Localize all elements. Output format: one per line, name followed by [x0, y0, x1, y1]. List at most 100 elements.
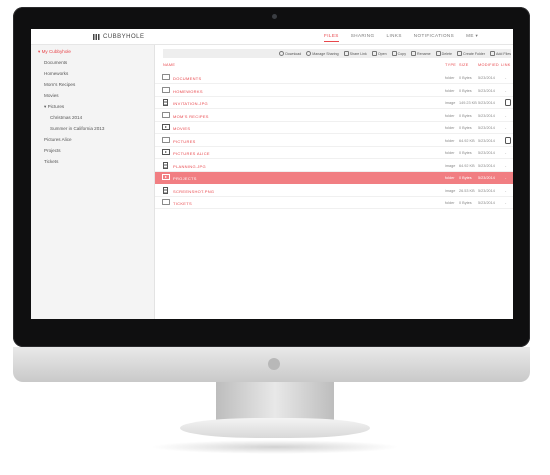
- table-row[interactable]: SCREENSHOT.PNG image 26.53 KB 5/23/2014 -: [155, 185, 513, 197]
- table-row[interactable]: MOVIES folder 0 Bytes 5/23/2014 -: [155, 122, 513, 134]
- file-size: 64.92 KB: [459, 138, 475, 143]
- file-size: 149.23 KB: [459, 101, 477, 105]
- tab-links[interactable]: LINKS: [387, 31, 402, 42]
- file-icon: [163, 99, 168, 106]
- add-files-label: Add Files: [496, 51, 511, 56]
- file-name: PICTURES ALICE: [173, 151, 210, 156]
- file-size: 26.53 KB: [459, 188, 475, 193]
- file-name: INVITATION.JPG: [173, 101, 208, 106]
- sidebar-item-christmas-2014[interactable]: Christmas 2014: [50, 115, 82, 120]
- delete-label: Delete: [441, 51, 453, 56]
- column-header-type[interactable]: TYPE: [445, 63, 456, 67]
- stand-shadow: [150, 440, 400, 454]
- folder-icon: [162, 199, 170, 205]
- video-folder-icon: [162, 124, 170, 130]
- column-header-link[interactable]: LINK: [501, 63, 511, 67]
- table-row[interactable]: PLANNING.JPG image 64.92 KB 5/23/2014 -: [155, 160, 513, 172]
- tab-me[interactable]: ME ▾: [466, 31, 478, 42]
- main-nav: FILES SHARING LINKS NOTIFICATIONS ME ▾: [324, 31, 478, 42]
- file-size: 0 Bytes: [459, 151, 472, 155]
- file-name: MOVIES: [173, 126, 191, 131]
- manage-sharing-button[interactable]: Manage Sharing: [306, 51, 339, 56]
- file-name: PLANNING.JPG: [173, 163, 206, 169]
- file-name: MOM'S RECIPES: [173, 113, 209, 119]
- tab-notifications[interactable]: NOTIFICATIONS: [414, 31, 454, 42]
- delete-button[interactable]: Delete: [435, 51, 453, 56]
- column-header-name[interactable]: NAME: [163, 63, 175, 67]
- table-row[interactable]: INVITATION.JPG image 149.23 KB 5/23/2014: [155, 97, 513, 109]
- tab-sharing[interactable]: SHARING: [351, 31, 375, 42]
- file-link: -: [505, 163, 507, 168]
- file-modified: 5/23/2014: [478, 76, 495, 80]
- sidebar-item-homeworks[interactable]: Homeworks: [44, 71, 68, 76]
- table-row[interactable]: DOCUMENTS folder 0 Bytes 5/23/2014 -: [155, 72, 513, 84]
- file-link: -: [505, 151, 507, 155]
- share-link-button[interactable]: Share Link: [343, 51, 367, 56]
- column-header-size[interactable]: SIZE: [459, 63, 469, 67]
- top-bar: CUBBYHOLE FILES SHARING LINKS NOTIFICATI…: [31, 29, 513, 45]
- file-icon: [163, 161, 168, 169]
- file-type: folder: [445, 126, 455, 130]
- monitor-stand-neck: [216, 382, 334, 422]
- table-row[interactable]: MOM'S RECIPES folder 0 Bytes 5/23/2014 -: [155, 110, 513, 122]
- manage-sharing-label: Manage Sharing: [312, 51, 339, 56]
- add-files-button[interactable]: Add Files: [490, 51, 511, 56]
- file-type: folder: [445, 88, 455, 93]
- folder-icon: [162, 74, 170, 80]
- file-type: folder: [445, 151, 455, 155]
- copy-label: Copy: [397, 51, 407, 56]
- sidebar-item-projects[interactable]: Projects: [44, 148, 61, 153]
- column-header-modified[interactable]: MODIFIED: [478, 63, 499, 67]
- create-folder-button[interactable]: Create Folder: [457, 51, 485, 56]
- tab-files[interactable]: FILES: [324, 31, 339, 42]
- file-modified: 5/23/2014: [478, 101, 495, 105]
- video-folder-icon: [162, 174, 170, 180]
- link-icon[interactable]: [505, 99, 511, 106]
- file-type: image: [445, 101, 456, 105]
- download-button[interactable]: Download: [279, 51, 301, 56]
- sidebar-item-summer-california-2013[interactable]: Summer in California 2013: [50, 126, 104, 131]
- open-label: Open: [377, 51, 387, 56]
- sidebar-item-documents[interactable]: Documents: [44, 60, 67, 65]
- brand-name: CUBBYHOLE: [103, 33, 145, 40]
- file-modified: 5/23/2014: [478, 113, 495, 118]
- pencil-icon: [411, 51, 417, 56]
- sidebar-item-tickets[interactable]: Tickets: [44, 159, 58, 164]
- file-type: folder: [445, 176, 455, 180]
- table-row[interactable]: TICKETS folder 0 Bytes 5/23/2014 -: [155, 197, 513, 209]
- file-modified: 5/23/2014: [478, 201, 495, 205]
- table-row[interactable]: HOMEWORKS folder 0 Bytes 5/23/2014 -: [155, 85, 513, 97]
- video-folder-icon: [162, 149, 170, 155]
- copy-button[interactable]: Copy: [391, 51, 407, 56]
- file-type: image: [445, 188, 456, 193]
- add-file-icon: [490, 51, 496, 56]
- file-icon: [163, 186, 168, 194]
- table-row[interactable]: PICTURES ALICE folder 0 Bytes 5/23/2014 -: [155, 147, 513, 159]
- monitor-stand-foot: [180, 418, 370, 438]
- file-name: PROJECTS: [173, 176, 197, 181]
- rename-label: Rename: [417, 51, 431, 56]
- sidebar-item-pictures-alice[interactable]: Pictures Alice: [44, 137, 72, 142]
- table-row[interactable]: PICTURES folder 64.92 KB 5/23/2014: [155, 135, 513, 147]
- monitor-logo: [268, 358, 280, 370]
- file-size: 64.92 KB: [459, 163, 475, 168]
- action-toolbar: Download Manage Sharing Share Link Open …: [163, 49, 511, 58]
- brand-logo[interactable]: CUBBYHOLE: [93, 31, 145, 42]
- sidebar-item-pictures[interactable]: ▾ Pictures: [44, 104, 64, 110]
- sidebar-item-my-cubbyhole[interactable]: ▾ My Cubbyhole: [38, 49, 71, 55]
- file-type: folder: [445, 201, 455, 205]
- rename-button[interactable]: Rename: [411, 51, 431, 56]
- sidebar-item-movies[interactable]: Movies: [44, 93, 59, 98]
- webcam: [272, 14, 277, 19]
- sidebar-item-moms-recipes[interactable]: Mom's Recipes: [44, 82, 75, 87]
- file-modified: 5/23/2014: [478, 176, 495, 180]
- file-link: -: [505, 76, 507, 80]
- file-type: image: [445, 163, 456, 168]
- table-row[interactable]: PROJECTS folder 0 Bytes 5/23/2014 -: [155, 172, 513, 184]
- file-name: PICTURES: [173, 138, 196, 144]
- app-screen: CUBBYHOLE FILES SHARING LINKS NOTIFICATI…: [31, 29, 513, 319]
- link-icon[interactable]: [505, 136, 511, 144]
- download-icon: [279, 51, 285, 56]
- file-link: -: [505, 126, 507, 130]
- open-button[interactable]: Open: [371, 51, 387, 56]
